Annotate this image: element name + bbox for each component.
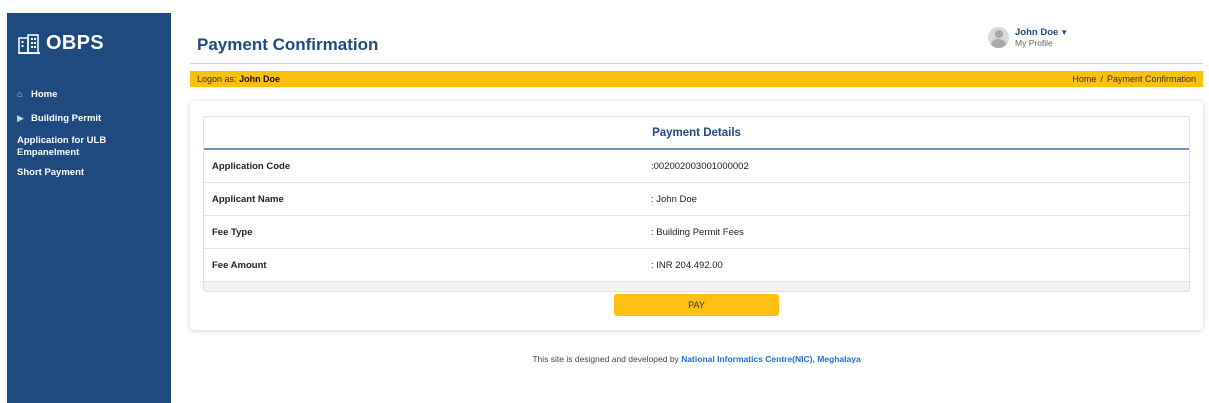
sidebar-item-ulb-empanelment[interactable]: Application for ULB Empanelment <box>7 135 171 158</box>
sidebar-item-label: Short Payment <box>17 167 85 178</box>
building-icon <box>18 33 40 54</box>
table-row: Fee Type : Building Permit Fees <box>204 216 1189 249</box>
sidebar-item-label: Building Permit <box>31 112 102 124</box>
logon-bar: Logon as: John Doe Home / Payment Confirma… <box>190 71 1203 87</box>
row-label: Fee Type <box>212 226 253 238</box>
my-profile-link[interactable]: My Profile <box>1015 38 1068 48</box>
brand-logo[interactable]: OBPS <box>18 32 104 55</box>
site-footer: This site is designed and developed by N… <box>190 354 1203 364</box>
sidebar-item-building-permit[interactable]: ▶ Building Permit <box>7 113 171 125</box>
pay-button[interactable]: PAY <box>614 294 779 316</box>
row-label: Fee Amount <box>212 259 267 271</box>
sidebar: OBPS ⌂ Home ▶ Building Permit Applicatio… <box>7 13 171 403</box>
table-row: Applicant Name : John Doe <box>204 183 1189 216</box>
nic-meghalaya-link[interactable]: National Informatics Centre(NIC), Meghal… <box>681 354 860 364</box>
sidebar-item-label: Home <box>31 89 58 100</box>
home-icon: ⌂ <box>17 89 23 99</box>
breadcrumb-current: Payment Confirmation <box>1106 74 1196 84</box>
row-label: Application Code <box>212 160 291 172</box>
row-value: : Building Permit Fees <box>651 226 744 238</box>
row-value: :002002003001000002 <box>651 160 749 172</box>
sidebar-item-short-payment[interactable]: Short Payment <box>7 167 171 179</box>
footer-text: This site is designed and developed by <box>532 354 679 364</box>
payment-details-heading: Payment Details <box>204 117 1189 150</box>
caret-down-icon: ▼ <box>1060 27 1069 37</box>
breadcrumb: Home / Payment Confirmation <box>1072 74 1196 84</box>
payment-details-panel: Payment Details Application Code :002002… <box>203 116 1190 292</box>
profile-user-name: John Doe <box>1015 26 1059 38</box>
logon-info: Logon as: John Doe <box>197 74 280 84</box>
user-profile-menu[interactable]: John Doe ▼ My Profile <box>988 27 1068 48</box>
breadcrumb-home[interactable]: Home <box>1072 74 1096 84</box>
page-title: Payment Confirmation <box>197 35 379 54</box>
sidebar-item-label: Application for ULB Empanelment <box>17 135 107 158</box>
logon-user: John Doe <box>239 74 281 84</box>
payment-card: Payment Details Application Code :002002… <box>190 101 1203 330</box>
header-divider <box>190 63 1203 64</box>
caret-right-icon: ▶ <box>17 112 24 123</box>
table-row: Application Code :002002003001000002 <box>204 150 1189 183</box>
row-value: : INR 204.492.00 <box>651 259 723 271</box>
row-value: : John Doe <box>651 193 697 205</box>
panel-footer <box>204 282 1189 291</box>
logon-prefix: Logon as: <box>197 74 237 84</box>
brand-name: OBPS <box>46 32 104 54</box>
row-label: Applicant Name <box>212 193 284 205</box>
table-row: Fee Amount : INR 204.492.00 <box>204 249 1189 282</box>
breadcrumb-separator: / <box>1100 74 1103 84</box>
sidebar-nav: ⌂ Home ▶ Building Permit Application for… <box>7 89 171 179</box>
sidebar-item-home[interactable]: ⌂ Home <box>7 89 171 101</box>
avatar <box>988 27 1009 48</box>
